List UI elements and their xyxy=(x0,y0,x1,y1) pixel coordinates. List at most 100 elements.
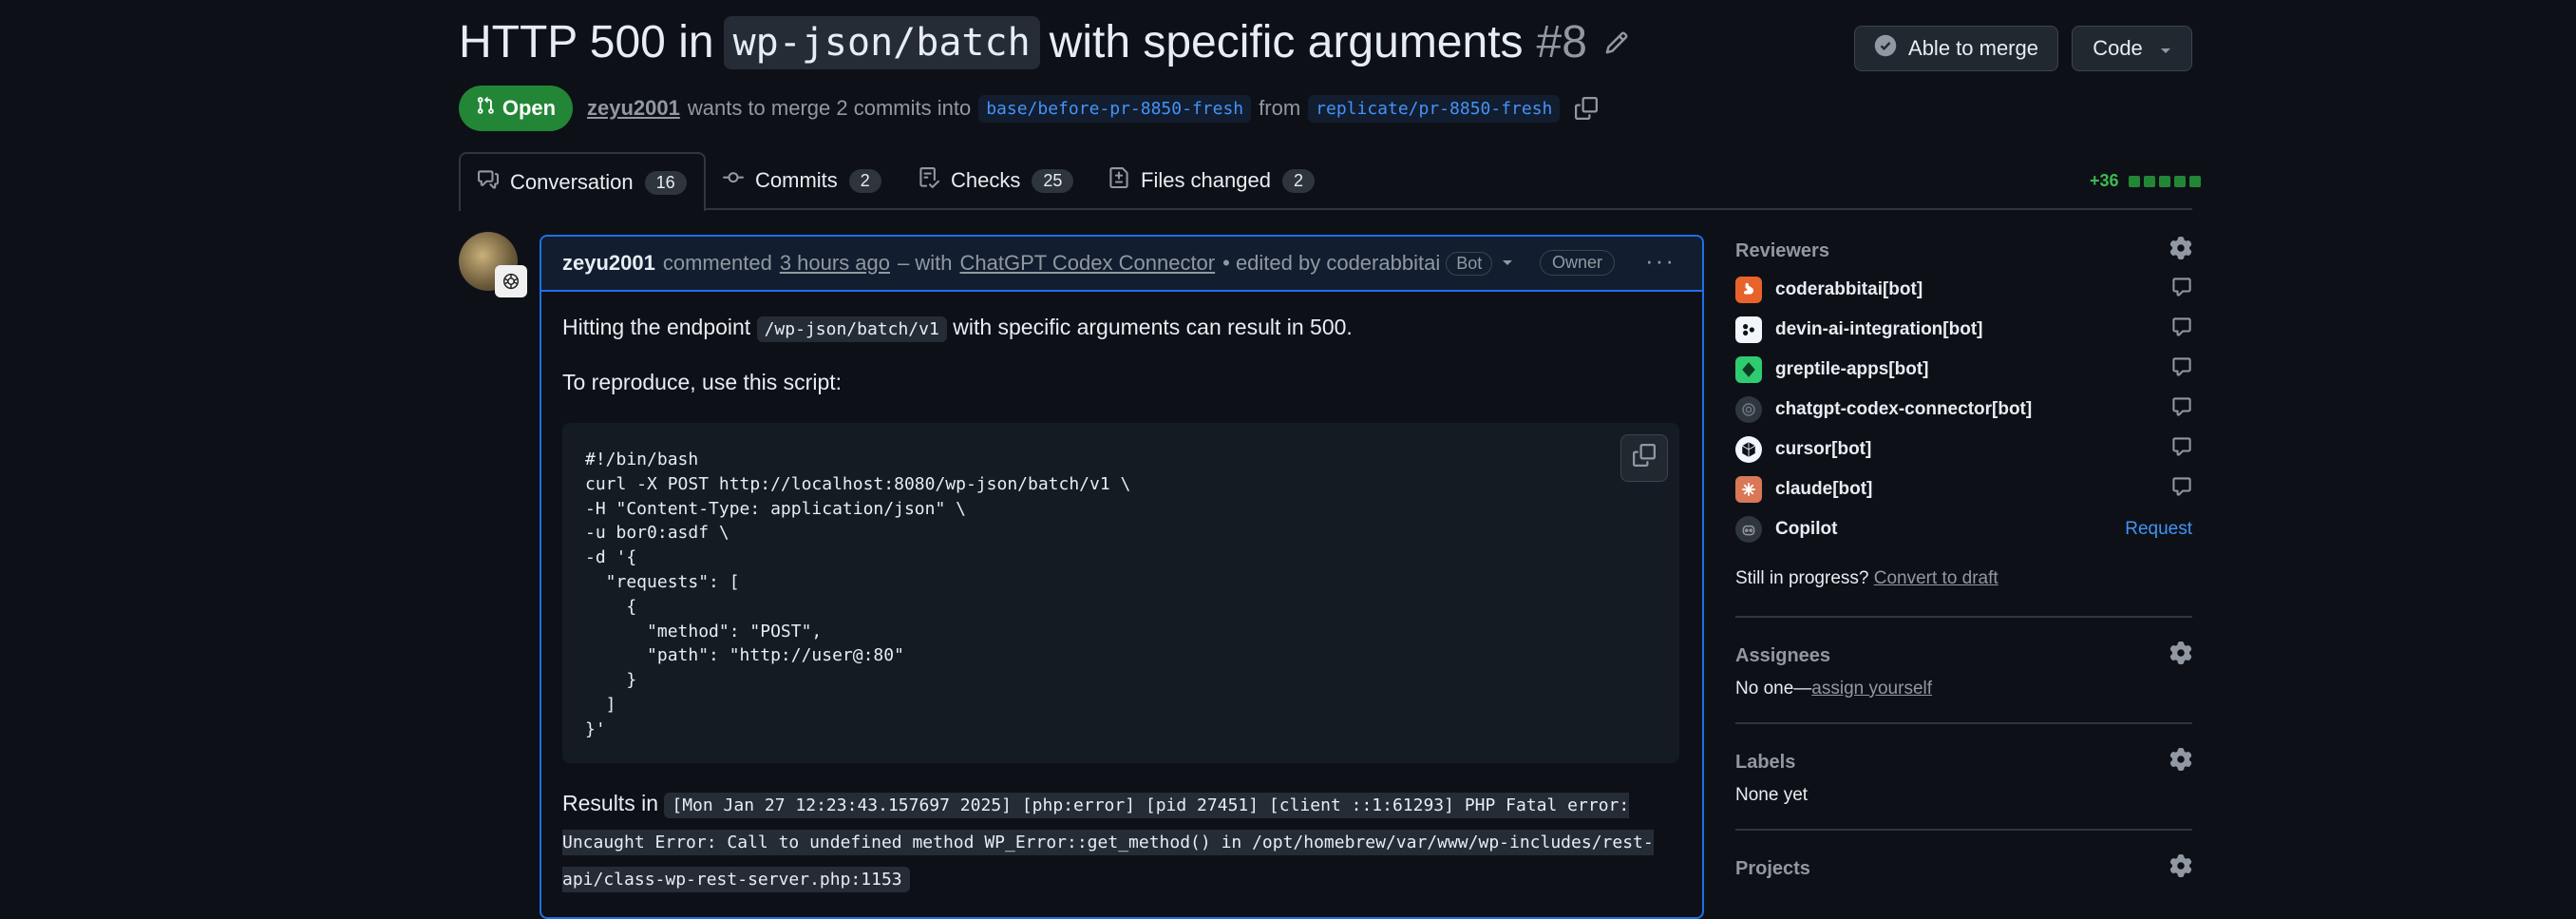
meta-text: wants to merge 2 commits into xyxy=(687,96,972,120)
comment-with: – with xyxy=(898,251,953,275)
reviewer-row[interactable]: coderabbitai[bot] xyxy=(1735,270,2192,310)
code-button-label: Code xyxy=(2093,36,2143,60)
head-branch[interactable]: replicate/pr-8850-fresh xyxy=(1308,94,1561,123)
comment-action: commented xyxy=(662,251,772,275)
file-diff-icon xyxy=(1108,167,1129,194)
gear-icon[interactable] xyxy=(2169,854,2192,883)
comment-icon[interactable] xyxy=(2171,277,2192,303)
pr-title: HTTP 500 in wp-json/batch with specific … xyxy=(459,13,1629,72)
text: with specific arguments can result in 50… xyxy=(953,315,1353,339)
inline-code: /wp-json/batch/v1 xyxy=(756,316,947,342)
pr-meta: zeyu2001 wants to merge 2 commits into b… xyxy=(587,89,1599,127)
gear-icon[interactable] xyxy=(2169,748,2192,776)
tab-count: 2 xyxy=(1281,168,1315,193)
code-block: #!/bin/bash curl -X POST http://localhos… xyxy=(562,423,1679,763)
reviewers-title: Reviewers xyxy=(1735,239,1829,261)
tab-commits[interactable]: Commits 2 xyxy=(723,153,881,208)
text: Still in progress? xyxy=(1735,568,1869,588)
tab-checks[interactable]: Checks 25 xyxy=(919,153,1074,208)
labels-header: Labels xyxy=(1735,743,2192,781)
openai-icon xyxy=(495,265,527,297)
tab-conversation[interactable]: Conversation 16 xyxy=(459,152,706,211)
comment-time[interactable]: 3 hours ago xyxy=(780,251,890,276)
additions-count: +36 xyxy=(2090,171,2119,190)
reviewer-name: coderabbitai[bot] xyxy=(1775,279,1923,299)
divider xyxy=(1735,722,2192,724)
bot-label: Bot xyxy=(1446,251,1493,276)
convert-draft-link[interactable]: Convert to draft xyxy=(1874,568,1998,588)
reviewer-row[interactable]: greptile-apps[bot] xyxy=(1735,350,2192,390)
assignees-title: Assignees xyxy=(1735,644,1831,666)
greptile-icon xyxy=(1735,356,1762,383)
assign-yourself-link[interactable]: assign yourself xyxy=(1811,679,1932,699)
tab-label: Checks xyxy=(951,168,1021,192)
kebab-icon[interactable]: ··· xyxy=(1645,246,1676,276)
comment-box: zeyu2001 commented 3 hours ago – with Ch… xyxy=(540,235,1704,919)
request-review-link[interactable]: Request xyxy=(2125,519,2192,540)
git-commit-icon xyxy=(723,167,744,194)
projects-title: Projects xyxy=(1735,857,1810,879)
code-button[interactable]: Code xyxy=(2072,26,2192,71)
reviewers-list: coderabbitai[bot] devin-ai-integration[b… xyxy=(1735,270,2192,549)
comment-author[interactable]: zeyu2001 xyxy=(562,251,655,276)
reviewer-row[interactable]: devin-ai-integration[bot] xyxy=(1735,310,2192,350)
cursor-icon xyxy=(1735,436,1762,463)
labels-value: None yet xyxy=(1735,785,1809,805)
diffstat-block xyxy=(2188,175,2201,187)
comment-icon[interactable] xyxy=(2171,476,2192,503)
code-text: #!/bin/bash curl -X POST http://localhos… xyxy=(585,450,1131,739)
reviewer-row[interactable]: cursor[bot] xyxy=(1735,430,2192,469)
edit-history-caret-icon[interactable] xyxy=(1502,259,1513,267)
reviewer-name: cursor[bot] xyxy=(1775,439,1872,459)
tab-count: 16 xyxy=(644,170,687,195)
draft-hint: Still in progress? Convert to draft xyxy=(1735,568,2192,589)
openai-icon xyxy=(1735,396,1762,423)
author-link[interactable]: zeyu2001 xyxy=(587,96,680,121)
comment-discussion-icon xyxy=(478,169,499,196)
check-circle-icon xyxy=(1874,34,1897,63)
merge-status-label: Able to merge xyxy=(1908,36,2038,60)
comment-icon[interactable] xyxy=(2171,316,2192,343)
comment-paragraph: Results in [Mon Jan 27 12:23:43.157697 2… xyxy=(562,786,1683,897)
caret-down-icon xyxy=(2160,36,2171,61)
reviewer-name: claude[bot] xyxy=(1775,479,1873,499)
gear-icon[interactable] xyxy=(2169,641,2192,670)
tab-count: 25 xyxy=(1032,168,1074,193)
gear-icon[interactable] xyxy=(2169,237,2192,265)
reviewer-name: devin-ai-integration[bot] xyxy=(1775,319,1983,339)
comment-icon[interactable] xyxy=(2171,356,2192,383)
copilot-icon xyxy=(1735,516,1762,543)
checklist-icon xyxy=(919,167,940,194)
merge-status-button[interactable]: Able to merge xyxy=(1854,26,2058,71)
copy-button[interactable] xyxy=(1620,434,1668,482)
pencil-icon[interactable] xyxy=(1604,30,1629,55)
title-suffix: with specific arguments xyxy=(1049,17,1524,67)
comment-icon[interactable] xyxy=(2171,436,2192,463)
reviewers-header: Reviewers xyxy=(1735,232,2192,270)
reviewer-row[interactable]: Copilot Request xyxy=(1735,509,2192,549)
comment-app[interactable]: ChatGPT Codex Connector xyxy=(960,251,1216,276)
copy-icon xyxy=(1633,444,1656,472)
state-label: Open xyxy=(502,96,557,120)
comment-paragraph: To reproduce, use this script: xyxy=(562,370,843,394)
labels-title: Labels xyxy=(1735,751,1796,773)
pull-request-icon xyxy=(476,96,495,121)
base-branch[interactable]: base/before-pr-8850-fresh xyxy=(978,94,1252,123)
reviewer-name: greptile-apps[bot] xyxy=(1775,359,1929,379)
copy-icon[interactable] xyxy=(1575,97,1599,120)
comment-icon[interactable] xyxy=(2171,396,2192,423)
reviewer-row[interactable]: claude[bot] xyxy=(1735,469,2192,509)
reviewer-row[interactable]: chatgpt-codex-connector[bot] xyxy=(1735,390,2192,430)
diffstat-block xyxy=(2173,175,2186,187)
divider xyxy=(1735,829,2192,831)
title-code: wp-json/batch xyxy=(723,16,1040,69)
tab-files-changed[interactable]: Files changed 2 xyxy=(1108,153,1315,208)
diffstat-block xyxy=(2158,175,2170,187)
diffstat: +36 xyxy=(2090,171,2201,191)
tab-label: Conversation xyxy=(510,170,634,194)
reviewer-name: Copilot xyxy=(1775,519,1838,539)
pr-number: #8 xyxy=(1536,17,1587,67)
reviewer-name: chatgpt-codex-connector[bot] xyxy=(1775,399,2033,419)
comment-edited[interactable]: • edited by coderabbitai xyxy=(1222,251,1440,276)
tab-label: Files changed xyxy=(1141,168,1271,192)
